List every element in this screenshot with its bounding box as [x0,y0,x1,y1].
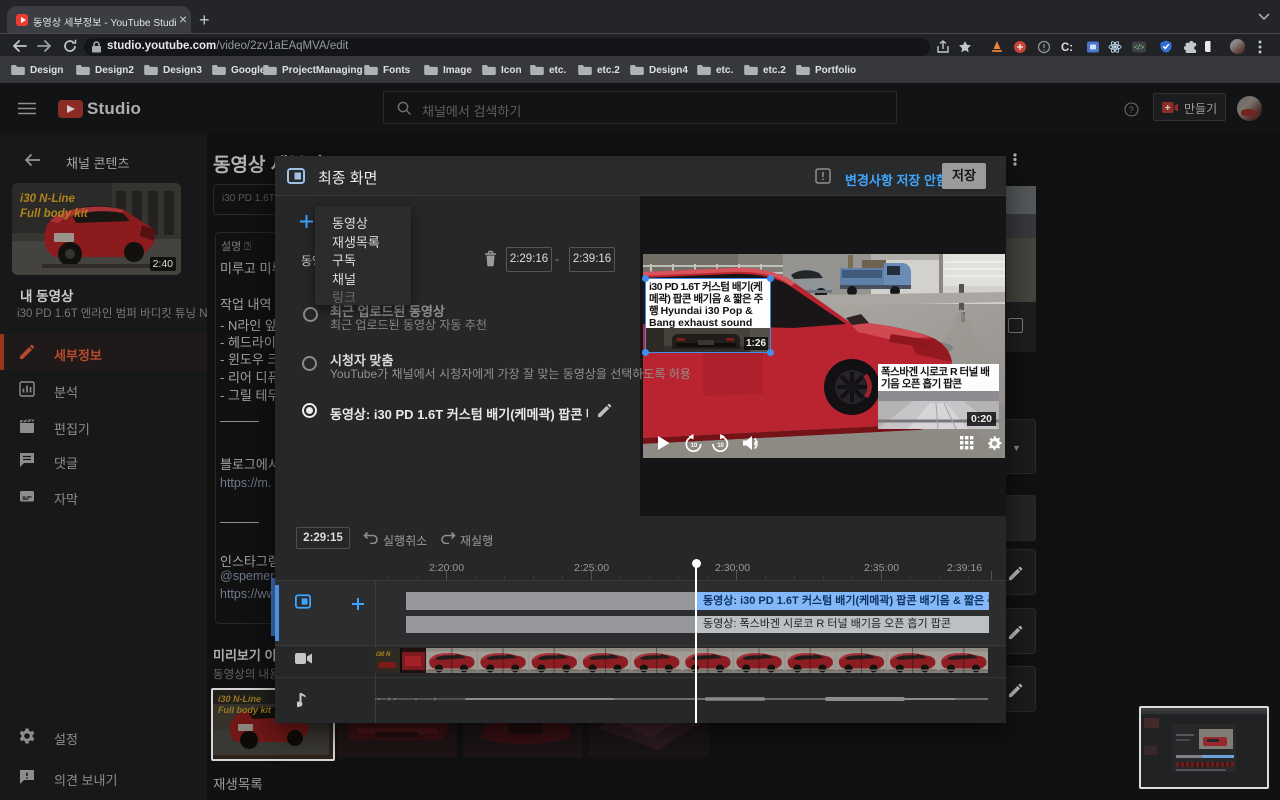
svg-text:?: ? [1129,105,1134,115]
svg-text:i30 N: i30 N [376,652,391,658]
svg-text:i30 N-Line: i30 N-Line [218,694,261,704]
svg-text:</>: </> [1134,43,1145,52]
svg-text:10: 10 [691,443,698,449]
svg-text:Full body kit: Full body kit [20,208,89,220]
svg-text:i30 N-Line: i30 N-Line [20,193,76,205]
svg-text:C:: C: [1061,42,1073,54]
svg-text:10: 10 [717,443,724,449]
svg-text:Full body kit: Full body kit [218,705,272,715]
